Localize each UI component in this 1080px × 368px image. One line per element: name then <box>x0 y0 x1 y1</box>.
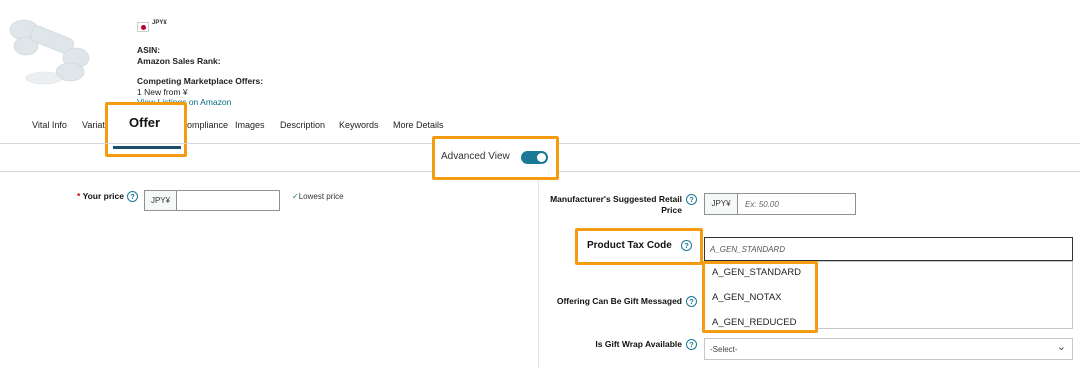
tax-code-input[interactable]: A_GEN_STANDARD <box>704 237 1073 261</box>
help-icon[interactable]: ? <box>686 296 697 307</box>
currency-label: JPY¥ <box>152 20 167 26</box>
gift-wrap-selected: -Select- <box>710 345 738 354</box>
tax-code-value: A_GEN_STANDARD <box>710 245 785 254</box>
tab-keywords[interactable]: Keywords <box>339 120 379 130</box>
gift-message-label: Offering Can Be Gift Messaged <box>556 296 682 306</box>
offers-summary: 1 New from ¥ <box>137 87 188 97</box>
help-icon[interactable]: ? <box>127 191 138 202</box>
advanced-view-toggle[interactable] <box>521 151 548 164</box>
advanced-view-label: Advanced View <box>441 151 510 162</box>
msrp-label-line2: Price <box>661 205 682 215</box>
msrp-label: Manufacturer's Suggested Retail Price <box>520 194 682 216</box>
your-price-currency: JPY¥ <box>145 191 177 210</box>
sales-rank-label: Amazon Sales Rank: <box>137 56 221 66</box>
asin-label: ASIN: <box>137 45 161 55</box>
msrp-input[interactable]: JPY¥ Ex: 50.00 <box>704 193 856 215</box>
help-icon[interactable]: ? <box>681 240 692 251</box>
required-mark: * <box>77 191 81 201</box>
toggle-knob <box>537 153 546 162</box>
your-price-text: Your price <box>82 191 124 201</box>
chevron-down-icon: ⌄ <box>1056 341 1066 353</box>
msrp-currency: JPY¥ <box>705 194 738 214</box>
help-icon[interactable]: ? <box>686 194 697 205</box>
help-icon[interactable]: ? <box>686 339 697 350</box>
tab-description[interactable]: Description <box>280 120 325 130</box>
product-thumbnail <box>4 8 96 96</box>
competing-offers-label: Competing Marketplace Offers: <box>137 76 264 86</box>
tab-offer[interactable]: Offer <box>129 115 160 130</box>
tab-compliance[interactable]: ompliance <box>187 120 228 130</box>
tab-images[interactable]: Images <box>235 120 265 130</box>
lowest-price-indicator: ✓Lowest price <box>292 192 344 201</box>
tax-code-label: Product Tax Code <box>587 240 672 251</box>
your-price-label: * Your price <box>60 191 124 201</box>
check-icon: ✓ <box>292 192 299 201</box>
msrp-label-line1: Manufacturer's Suggested Retail <box>550 194 682 204</box>
dropdown-panel <box>817 261 1073 329</box>
gift-wrap-select[interactable]: -Select- ⌄ <box>704 338 1073 360</box>
active-tab-indicator <box>113 146 181 149</box>
japan-flag-icon <box>137 22 149 32</box>
lowest-price-text: Lowest price <box>298 192 344 201</box>
gift-wrap-label: Is Gift Wrap Available <box>595 339 682 349</box>
tab-vital-info[interactable]: Vital Info <box>32 120 67 130</box>
msrp-placeholder: Ex: 50.00 <box>745 200 779 209</box>
tab-more-details[interactable]: More Details <box>393 120 444 130</box>
tab-variations[interactable]: Variati <box>82 120 107 130</box>
your-price-input[interactable]: JPY¥ <box>144 190 280 211</box>
dropdown-highlight <box>702 261 818 333</box>
